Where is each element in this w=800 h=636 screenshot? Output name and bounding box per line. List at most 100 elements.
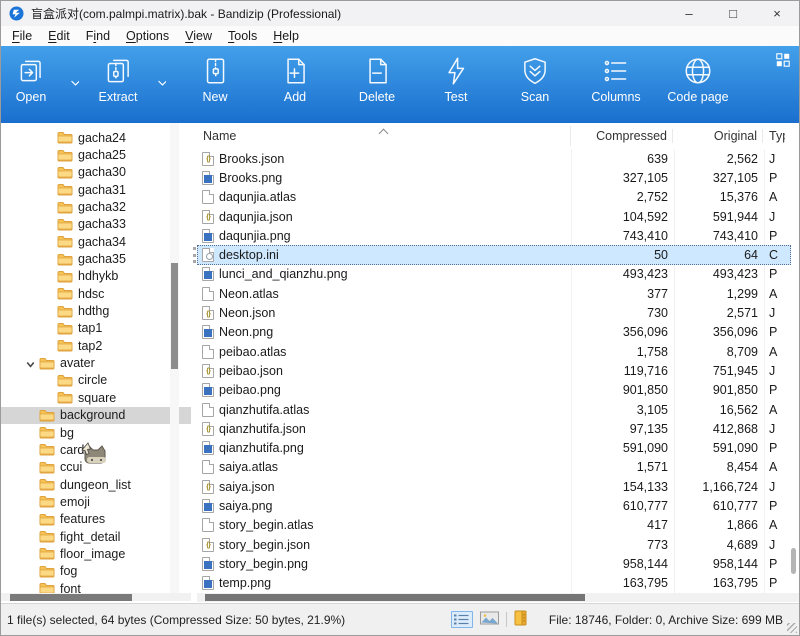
column-header-type[interactable]: Type: [763, 129, 785, 143]
file-row-peibao.png[interactable]: peibao.png 901,850 901,850 P: [197, 381, 791, 400]
splitter-grip[interactable]: [193, 247, 196, 263]
toolbar: Open Extract New Add Delete Test Scan Co…: [1, 46, 799, 123]
file-type: A: [763, 287, 785, 301]
file-row-lunci_and_qianzhu.png[interactable]: lunci_and_qianzhu.png 493,423 493,423 P: [197, 265, 791, 284]
file-row-story_begin.atlas[interactable]: story_begin.atlas 417 1,866 A: [197, 516, 791, 535]
archive-folder-button[interactable]: [514, 610, 527, 629]
maximize-button[interactable]: □: [711, 1, 755, 26]
file-row-Neon.json[interactable]: Neon.json 730 2,571 J: [197, 303, 791, 322]
file-list-vertical-scrollbar-thumb[interactable]: [791, 548, 796, 574]
file-compressed-size: 327,105: [571, 171, 673, 185]
file-row-story_begin.json[interactable]: story_begin.json 773 4,689 J: [197, 535, 791, 554]
resize-grip[interactable]: [787, 623, 797, 633]
sidebar-folder-hdthg[interactable]: hdthg: [1, 302, 191, 319]
file-row-desktop.ini[interactable]: desktop.ini 50 64 C: [197, 245, 791, 264]
open-dropdown-button[interactable]: [61, 46, 89, 123]
folder-label: tap2: [78, 339, 102, 353]
menu-item-view[interactable]: View: [177, 28, 220, 44]
file-row-daqunjia.json[interactable]: daqunjia.json 104,592 591,944 J: [197, 207, 791, 226]
sidebar-folder-gacha35[interactable]: gacha35: [1, 250, 191, 267]
file-name: qianzhutifa.json: [219, 422, 306, 436]
sidebar-folder-fight_detail[interactable]: fight_detail: [1, 528, 191, 545]
delete-icon: [361, 55, 393, 87]
chevron-expanded-icon[interactable]: [24, 358, 37, 368]
add-button[interactable]: Add: [253, 46, 337, 123]
sidebar-folder-hdhykb[interactable]: hdhykb: [1, 268, 191, 285]
file-row-story_begin.png[interactable]: story_begin.png 958,144 958,144 P: [197, 554, 791, 573]
file-row-Brooks.png[interactable]: Brooks.png 327,105 327,105 P: [197, 168, 791, 187]
file-row-Brooks.json[interactable]: Brooks.json 639 2,562 J: [197, 149, 791, 168]
file-row-qianzhutifa.atlas[interactable]: qianzhutifa.atlas 3,105 16,562 A: [197, 400, 791, 419]
file-row-qianzhutifa.json[interactable]: qianzhutifa.json 97,135 412,868 J: [197, 419, 791, 438]
close-button[interactable]: ×: [755, 1, 799, 26]
folder-icon: [39, 357, 55, 370]
sidebar-folder-gacha33[interactable]: gacha33: [1, 216, 191, 233]
file-original-size: 493,423: [673, 267, 763, 281]
menu-item-tools[interactable]: Tools: [220, 28, 265, 44]
folder-label: circle: [78, 373, 107, 387]
sidebar-folder-gacha24[interactable]: gacha24: [1, 129, 191, 146]
sidebar-folder-gacha34[interactable]: gacha34: [1, 233, 191, 250]
sidebar-folder-features[interactable]: features: [1, 511, 191, 528]
columns-button[interactable]: Columns: [575, 46, 657, 123]
sidebar-vertical-scrollbar[interactable]: [170, 123, 179, 593]
sidebar-folder-tap1[interactable]: tap1: [1, 320, 191, 337]
sidebar-folder-avater[interactable]: avater: [1, 354, 191, 371]
sidebar-vertical-scrollbar-thumb[interactable]: [171, 263, 178, 369]
sidebar-folder-background[interactable]: background: [1, 407, 191, 424]
test-button[interactable]: Test: [417, 46, 495, 123]
thumbnail-view-icon: [480, 611, 499, 625]
sidebar-folder-fog[interactable]: fog: [1, 563, 191, 580]
file-row-daqunjia.atlas[interactable]: daqunjia.atlas 2,752 15,376 A: [197, 188, 791, 207]
layout-grid-icon[interactable]: [776, 53, 790, 67]
menu-item-find[interactable]: Find: [78, 28, 118, 44]
file-row-daqunjia.png[interactable]: daqunjia.png 743,410 743,410 P: [197, 226, 791, 245]
file-row-saiya.json[interactable]: saiya.json 154,133 1,166,724 J: [197, 477, 791, 496]
file-row-qianzhutifa.png[interactable]: qianzhutifa.png 591,090 591,090 P: [197, 438, 791, 457]
details-view-button[interactable]: [451, 611, 473, 628]
menu-item-file[interactable]: File: [4, 28, 40, 44]
new-button[interactable]: New: [177, 46, 253, 123]
menu-item-help[interactable]: Help: [265, 28, 307, 44]
file-row-saiya.atlas[interactable]: saiya.atlas 1,571 8,454 A: [197, 458, 791, 477]
sidebar-folder-floor_image[interactable]: floor_image: [1, 545, 191, 562]
column-header-compressed[interactable]: Compressed: [571, 129, 673, 143]
extract-dropdown-button[interactable]: [147, 46, 177, 123]
sidebar-folder-tap2[interactable]: tap2: [1, 337, 191, 354]
sidebar-folder-circle[interactable]: circle: [1, 372, 191, 389]
menu-item-edit[interactable]: Edit: [40, 28, 78, 44]
open-button[interactable]: Open: [1, 46, 61, 123]
folder-tree: gacha24 gacha25 gacha30 gacha31 gacha32: [1, 123, 191, 597]
file-row-Neon.atlas[interactable]: Neon.atlas 377 1,299 A: [197, 284, 791, 303]
sidebar-folder-gacha31[interactable]: gacha31: [1, 181, 191, 198]
sidebar-horizontal-scrollbar[interactable]: [1, 593, 191, 601]
file-name: peibao.json: [219, 364, 283, 378]
window-title: 盲盒派对(com.palmpi.matrix).bak - Bandizip (…: [31, 5, 341, 22]
file-row-temp.png[interactable]: temp.png 163,795 163,795 P: [197, 574, 791, 593]
sidebar-folder-hdsc[interactable]: hdsc: [1, 285, 191, 302]
sidebar-folder-gacha30[interactable]: gacha30: [1, 164, 191, 181]
sidebar-horizontal-scrollbar-thumb[interactable]: [10, 594, 132, 601]
column-header-name[interactable]: Name: [197, 126, 571, 146]
minimize-button[interactable]: –: [667, 1, 711, 26]
thumbnail-view-button[interactable]: [480, 611, 499, 628]
sidebar-folder-gacha25[interactable]: gacha25: [1, 146, 191, 163]
file-type: P: [763, 557, 785, 571]
file-row-peibao.json[interactable]: peibao.json 119,716 751,945 J: [197, 361, 791, 380]
file-list-horizontal-scrollbar-thumb[interactable]: [205, 594, 585, 601]
menu-item-options[interactable]: Options: [118, 28, 177, 44]
file-row-peibao.atlas[interactable]: peibao.atlas 1,758 8,709 A: [197, 342, 791, 361]
sidebar-folder-dungeon_list[interactable]: dungeon_list: [1, 476, 191, 493]
sidebar-folder-square[interactable]: square: [1, 389, 191, 406]
file-name: qianzhutifa.png: [219, 441, 304, 455]
sidebar-folder-gacha32[interactable]: gacha32: [1, 198, 191, 215]
file-list-horizontal-scrollbar[interactable]: [197, 593, 799, 602]
file-row-Neon.png[interactable]: Neon.png 356,096 356,096 P: [197, 323, 791, 342]
scan-button[interactable]: Scan: [495, 46, 575, 123]
column-header-original[interactable]: Original: [673, 129, 763, 143]
file-row-saiya.png[interactable]: saiya.png 610,777 610,777 P: [197, 496, 791, 515]
codepage-button[interactable]: Code page: [657, 46, 739, 123]
extract-button[interactable]: Extract: [89, 46, 147, 123]
sidebar-folder-emoji[interactable]: emoji: [1, 493, 191, 510]
delete-button[interactable]: Delete: [337, 46, 417, 123]
